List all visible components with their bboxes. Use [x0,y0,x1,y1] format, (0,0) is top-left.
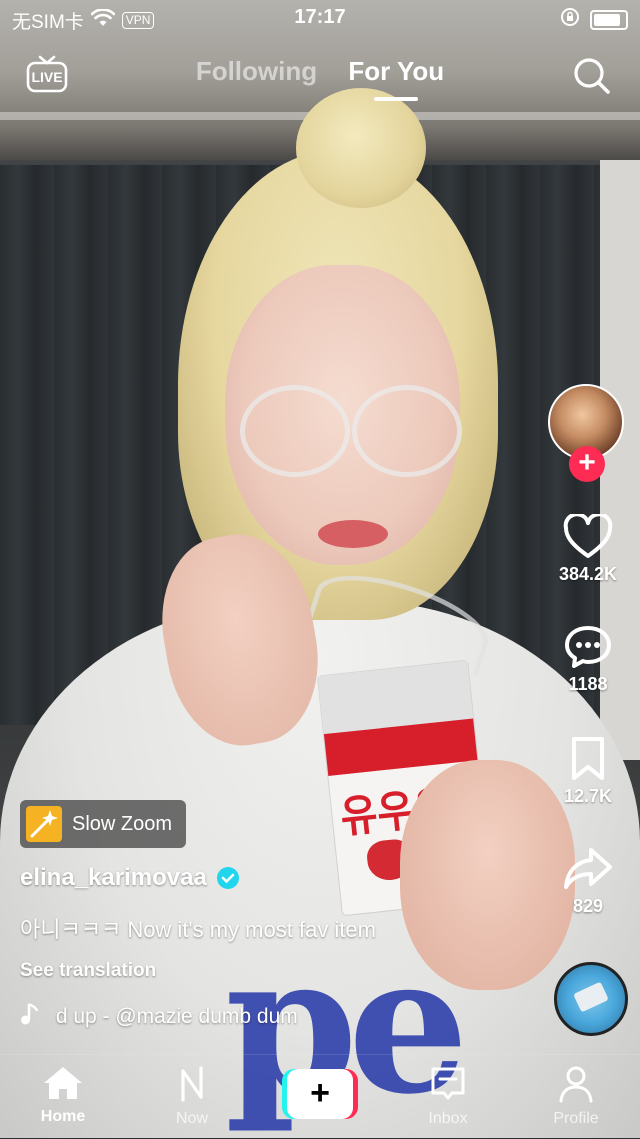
username-text: elina_karimovaa [20,864,207,891]
nav-inbox-label: Inbox [428,1110,468,1127]
lips [318,520,388,548]
follow-button[interactable]: + [569,446,605,482]
sparkle-icon [26,806,62,842]
rotation-lock-icon [560,7,580,32]
video-caption: 아니ㅋㅋㅋ Now it's my most fav item [20,917,376,942]
nav-profile-label: Profile [553,1110,599,1127]
nav-now[interactable]: Now [142,1065,242,1128]
plus-icon: + [287,1069,353,1119]
clock: 17:17 [294,6,346,28]
nav-home-label: Home [40,1108,86,1125]
save-button[interactable]: 12.7K [548,736,628,807]
glasses-left-lens [240,385,350,477]
comment-count: 1188 [568,674,608,694]
see-translation-link[interactable]: See translation [20,960,156,982]
sound-disc[interactable] [554,962,628,1036]
tab-for-you[interactable]: For You [348,56,444,101]
cassette-icon [573,981,609,1013]
share-arrow-icon [548,846,628,892]
like-count: 384.2K [558,564,618,584]
verified-badge-icon [216,867,239,889]
nav-home[interactable]: Home [13,1065,113,1126]
now-icon [175,1066,209,1107]
share-button[interactable]: 829 [548,846,628,917]
home-icon [42,1067,84,1105]
top-nav: LIVE Following For You [0,48,640,108]
bookmark-icon [548,736,628,782]
search-icon[interactable] [572,56,612,96]
effect-chip[interactable]: Slow Zoom [20,800,187,848]
battery-icon [590,9,628,30]
heart-icon [548,514,628,560]
profile-icon [558,1066,594,1107]
nav-profile[interactable]: Profile [526,1065,626,1128]
share-count: 829 [572,896,604,916]
status-bar: 无SIM卡 VPN 17:17 [0,0,640,36]
effect-label: Slow Zoom [72,812,173,835]
like-button[interactable]: 384.2K [548,514,628,585]
nav-now-label: Now [175,1110,208,1127]
bottom-nav: Home Now + Inbox Profile [0,1054,640,1139]
nav-inbox[interactable]: Inbox [398,1065,498,1128]
create-button[interactable]: + [282,1069,358,1119]
music-note-icon [20,1002,40,1032]
creator-username[interactable]: elina_karimovaa [20,864,239,892]
comment-icon [548,624,628,670]
feed-tabs: Following For You [0,56,640,101]
tab-following[interactable]: Following [196,56,317,87]
inbox-icon [429,1067,467,1107]
music-info[interactable]: d up - @mazie dumb dum [20,1002,380,1032]
glasses-right-lens [352,385,462,477]
music-title: d up - @mazie dumb dum [50,1005,298,1028]
save-count: 12.7K [563,786,613,806]
comment-button[interactable]: 1188 [548,624,628,695]
